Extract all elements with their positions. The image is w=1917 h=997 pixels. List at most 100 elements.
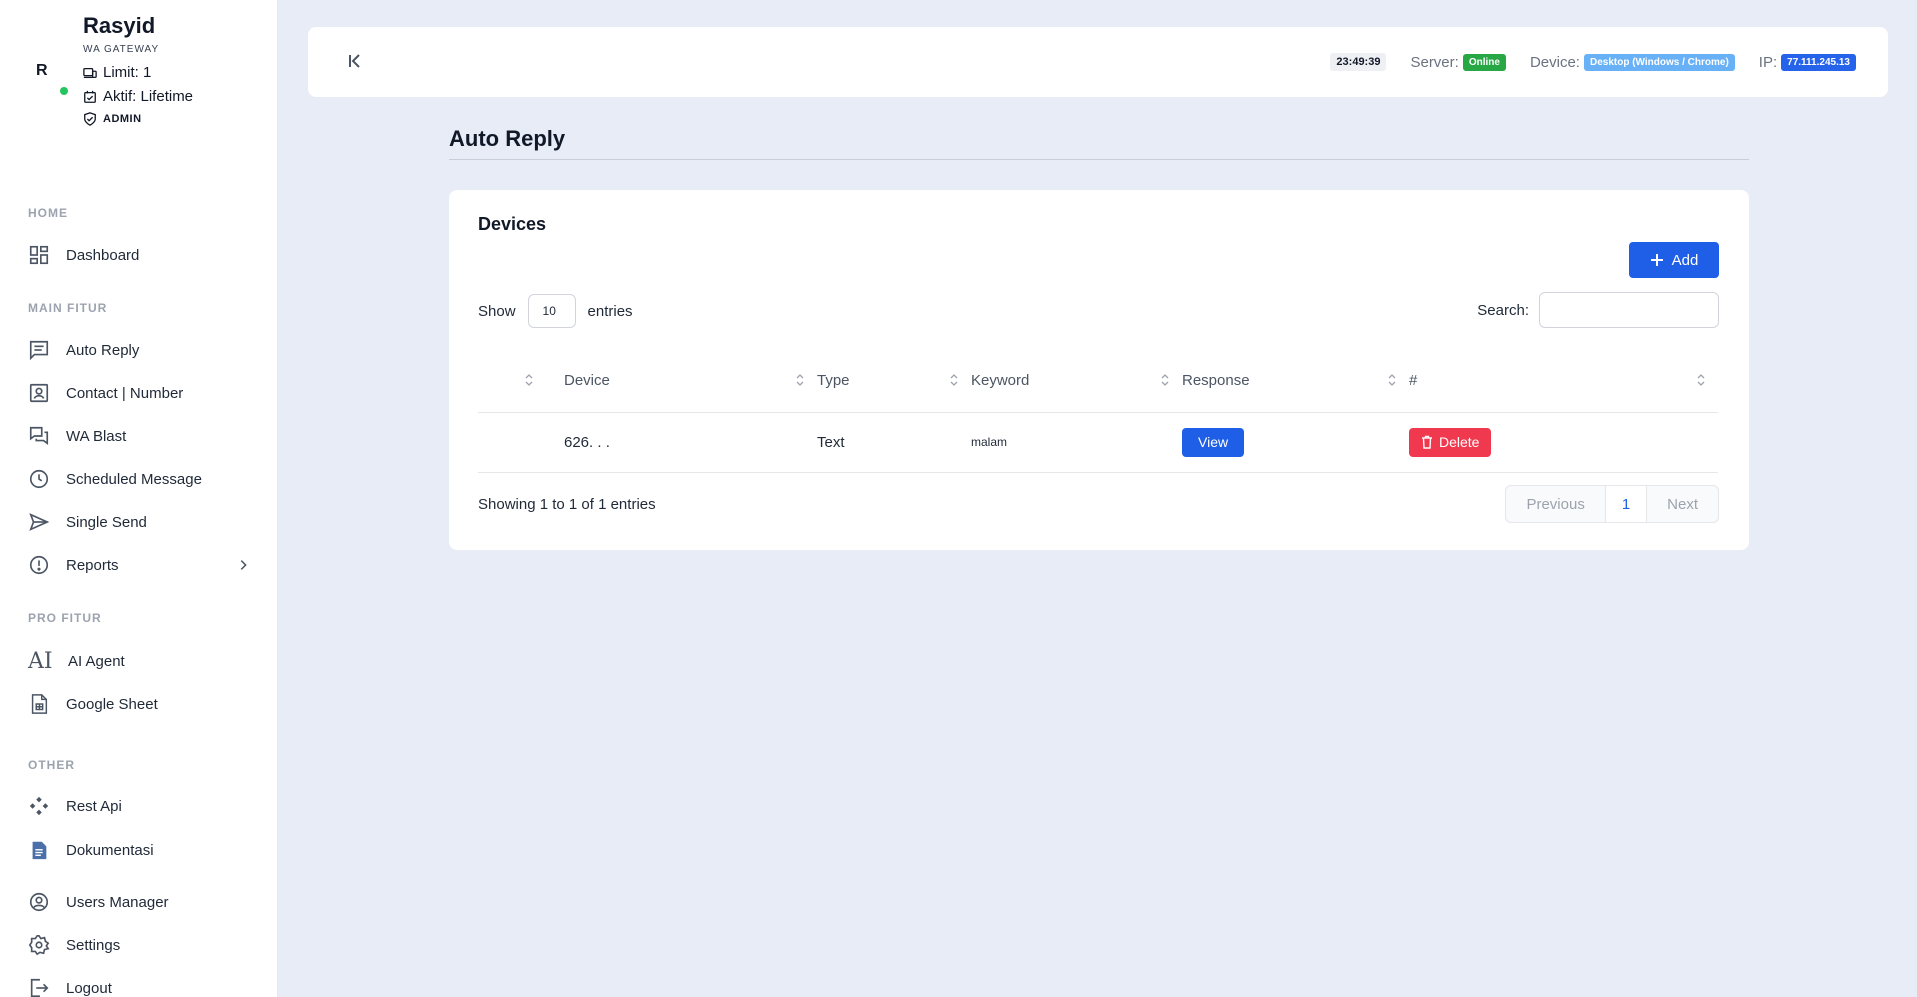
sidebar-item-label: Google Sheet — [66, 695, 158, 713]
user-name: Rasyid — [83, 13, 156, 38]
nav-section-pro: PRO FITUR — [28, 611, 102, 625]
sidebar-item-settings[interactable]: Settings — [28, 929, 250, 961]
column-header-device[interactable]: Device — [564, 350, 817, 413]
pagination-previous[interactable]: Previous — [1506, 486, 1604, 522]
top-bar: 23:49:39 Server: Online Device: Desktop … — [308, 27, 1888, 97]
sort-icon — [950, 374, 958, 386]
add-button-label: Add — [1671, 251, 1699, 269]
sidebar-item-label: AI Agent — [68, 652, 125, 670]
sidebar-item-reports[interactable]: Reports — [28, 549, 250, 581]
server-label: Server: — [1410, 53, 1459, 71]
sidebar-item-contact[interactable]: Contact | Number — [28, 377, 250, 409]
nav-section-other: OTHER — [28, 758, 75, 772]
devices-icon — [83, 67, 97, 78]
sidebar-item-rest-api[interactable]: Rest Api — [28, 790, 250, 822]
page-title: Auto Reply — [449, 126, 566, 151]
api-icon — [29, 796, 49, 816]
cell-action: Delete — [1409, 412, 1718, 473]
server-status: Server: Online — [1410, 53, 1506, 71]
cell-select — [478, 412, 564, 473]
nav-section-main: MAIN FITUR — [28, 301, 108, 315]
sidebar-item-scheduled-message[interactable]: Scheduled Message — [28, 463, 250, 495]
chevron-right-icon — [240, 560, 247, 570]
sidebar-item-dokumentasi[interactable]: Dokumentasi — [28, 834, 250, 866]
sidebar-item-single-send[interactable]: Single Send — [28, 506, 250, 538]
column-header-type[interactable]: Type — [817, 350, 971, 413]
nav-section-home: HOME — [28, 206, 68, 220]
user-profile: R Rasyid WA GATEWAY Limit: 1 Aktif: Life… — [0, 0, 278, 140]
delete-button[interactable]: Delete — [1409, 427, 1492, 457]
sidebar-item-label: WA Blast — [66, 427, 127, 445]
aktif-text: Aktif: Lifetime — [103, 88, 194, 105]
limit-row: Limit: 1 — [83, 64, 151, 81]
avatar: R — [36, 62, 68, 95]
sidebar-item-label: Scheduled Message — [66, 470, 202, 488]
logout-icon — [30, 978, 49, 997]
ip-label: IP: — [1758, 53, 1778, 71]
collapse-sidebar-icon[interactable] — [346, 50, 366, 72]
server-status-badge: Online — [1462, 53, 1506, 71]
role-text: ADMIN — [103, 113, 142, 125]
chat-bubbles-icon — [29, 426, 49, 445]
search-label: Search: — [1477, 301, 1529, 319]
avatar-letter: R — [36, 62, 48, 79]
sidebar-item-label: Auto Reply — [66, 341, 140, 359]
sidebar-item-dashboard[interactable]: Dashboard — [28, 239, 250, 271]
device-label: Device: — [1529, 53, 1580, 71]
calendar-check-icon — [84, 90, 96, 103]
column-header-keyword[interactable]: Keyword — [971, 350, 1182, 413]
sidebar-item-wa-blast[interactable]: WA Blast — [28, 420, 250, 452]
user-subtitle: WA GATEWAY — [83, 44, 160, 55]
sort-icon — [1388, 374, 1396, 386]
table-header-row: Device Type Keyword Response # — [478, 350, 1718, 413]
pagination-next[interactable]: Next — [1647, 486, 1718, 522]
entries-select[interactable]: 10 — [527, 294, 576, 328]
search-control: Search: — [1477, 292, 1719, 328]
delete-button-label: Delete — [1439, 434, 1480, 450]
sidebar-item-label: Reports — [66, 556, 119, 574]
sidebar-item-users-manager[interactable]: Users Manager — [28, 886, 250, 918]
contact-icon — [29, 383, 49, 403]
sort-icon — [1161, 374, 1169, 386]
devices-card: Devices Add Show 10 entries Search: Devi… — [449, 190, 1749, 550]
device-status: Device: Desktop (Windows / Chrome) — [1529, 53, 1735, 71]
sidebar: R Rasyid WA GATEWAY Limit: 1 Aktif: Life… — [0, 0, 278, 997]
entries-length-control: Show 10 entries — [478, 294, 633, 328]
message-icon — [29, 340, 49, 361]
show-label: Show — [478, 302, 516, 320]
plus-icon — [1650, 254, 1663, 266]
alert-circle-icon — [29, 555, 49, 575]
sidebar-item-google-sheet[interactable]: Google Sheet — [28, 688, 250, 720]
pagination-page-1[interactable]: 1 — [1604, 486, 1648, 522]
add-button[interactable]: Add — [1629, 242, 1719, 278]
spreadsheet-icon — [31, 694, 48, 714]
user-circle-icon — [29, 892, 49, 912]
view-response-button[interactable]: View — [1182, 427, 1245, 457]
column-header-response[interactable]: Response — [1182, 350, 1409, 413]
sidebar-item-label: Users Manager — [66, 893, 169, 911]
limit-text: Limit: 1 — [103, 64, 152, 81]
gear-icon — [28, 935, 50, 956]
sidebar-item-label: Dokumentasi — [66, 841, 154, 859]
role-row: ADMIN — [83, 112, 142, 126]
table-row: 626. . . Text malam View Delete — [478, 412, 1718, 473]
sidebar-item-ai-agent[interactable]: AI AI Agent — [28, 645, 250, 677]
device-badge: Desktop (Windows / Chrome) — [1583, 53, 1735, 71]
column-header-action[interactable]: # — [1409, 350, 1718, 413]
aktif-row: Aktif: Lifetime — [83, 88, 193, 105]
trash-icon — [1422, 435, 1432, 449]
devices-table: Device Type Keyword Response # 626. . . … — [478, 350, 1718, 473]
cell-device: 626. . . — [564, 412, 817, 473]
search-input[interactable] — [1539, 292, 1719, 328]
table-info: Showing 1 to 1 of 1 entries — [478, 496, 656, 513]
card-title: Devices — [478, 214, 547, 234]
status-area: 23:49:39 Server: Online Device: Desktop … — [1330, 27, 1856, 97]
column-header-select[interactable] — [478, 350, 564, 413]
cell-keyword: malam — [971, 412, 1182, 473]
sort-icon — [796, 374, 804, 386]
sidebar-item-logout[interactable]: Logout — [28, 972, 250, 997]
clock: 23:49:39 — [1330, 53, 1387, 71]
sidebar-item-auto-reply[interactable]: Auto Reply — [28, 334, 250, 366]
sidebar-item-label: Logout — [66, 979, 112, 997]
title-divider — [449, 159, 1749, 160]
